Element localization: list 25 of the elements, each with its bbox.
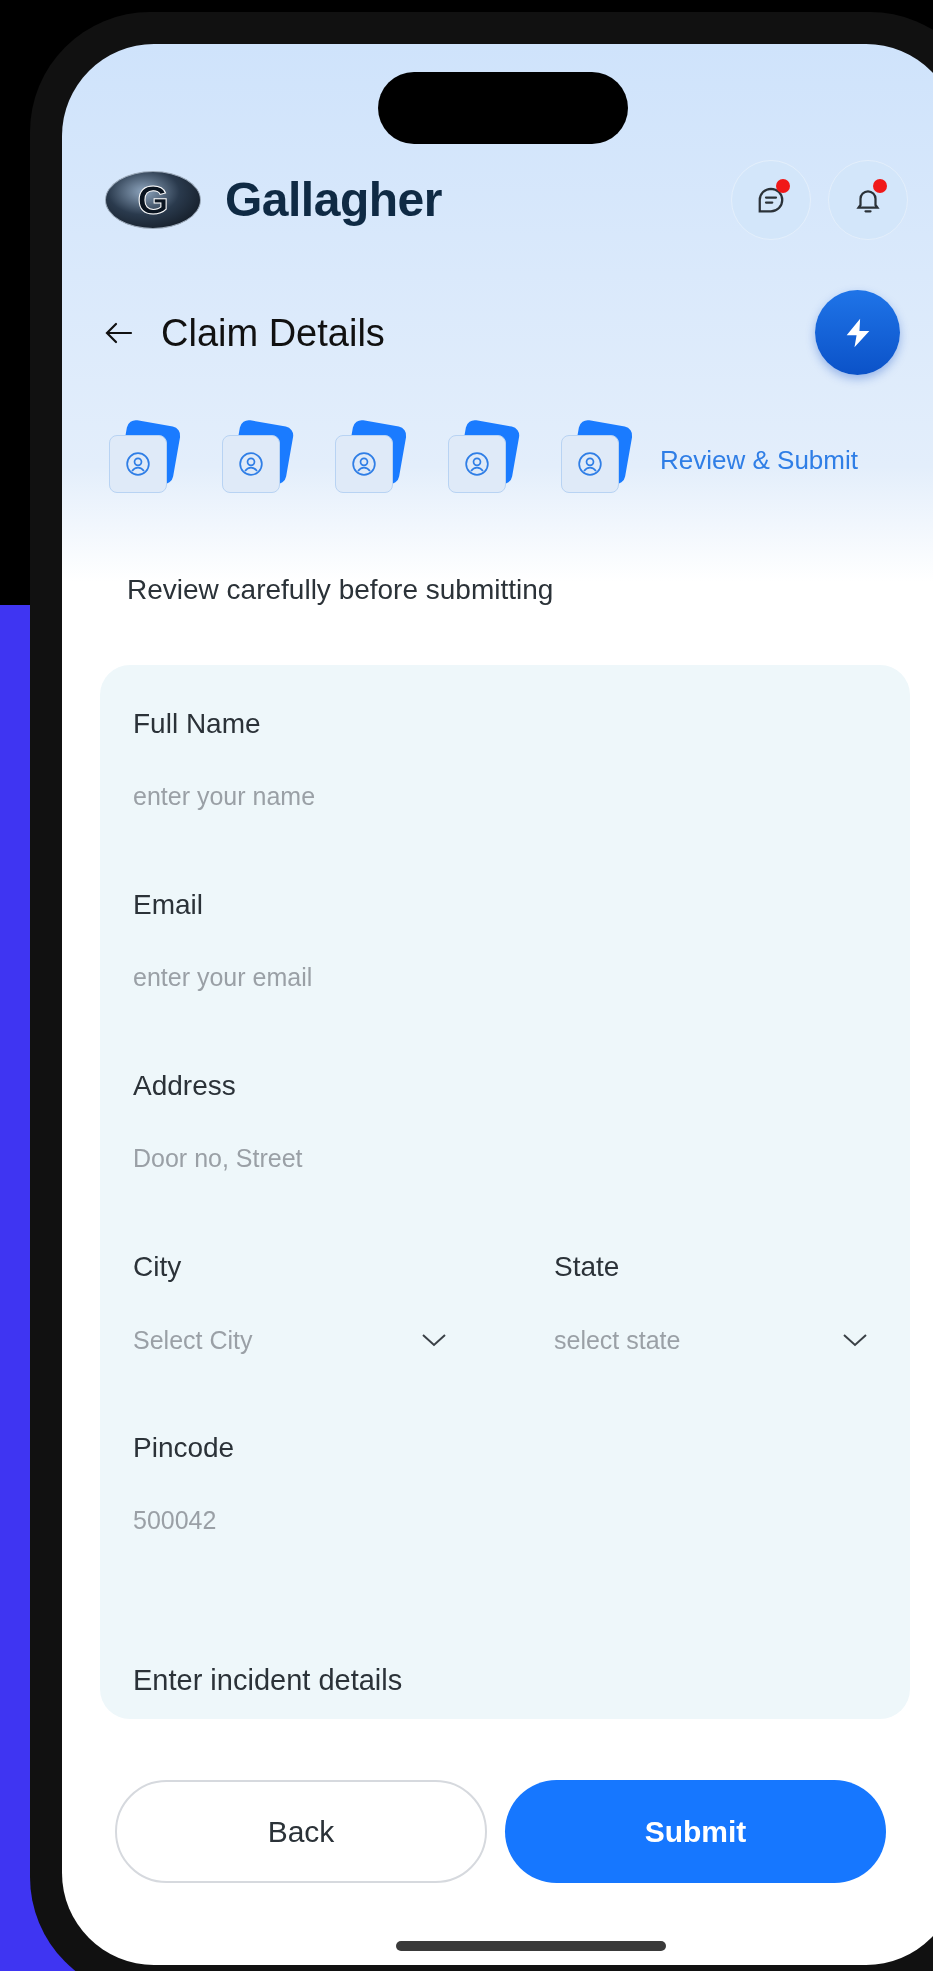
intro-text: Review carefully before submitting <box>126 573 555 607</box>
input-field[interactable]: enter your email <box>133 961 633 995</box>
field-label: Full Name <box>133 707 262 741</box>
back-arrow-icon[interactable] <box>105 321 133 344</box>
brand-name: Gallagher <box>225 173 442 227</box>
field-label: State <box>554 1250 621 1284</box>
input-field[interactable]: Door no, Street <box>133 1142 633 1176</box>
quick-action-button[interactable] <box>815 290 900 375</box>
chat-icon <box>756 185 786 215</box>
section-title: Enter incident details <box>133 1663 404 1697</box>
step-label[interactable]: Review & Submit <box>660 444 858 476</box>
field-label: Pincode <box>133 1431 236 1465</box>
back-button[interactable]: Back <box>115 1780 487 1883</box>
field-label: City <box>133 1250 183 1284</box>
field-label: Address <box>133 1069 237 1103</box>
chevron-down-icon <box>421 1332 447 1348</box>
select-field[interactable]: select state <box>554 1323 870 1357</box>
submit-button[interactable]: Submit <box>505 1780 886 1883</box>
input-field[interactable]: 500042 <box>133 1504 633 1538</box>
logo-icon: G <box>105 171 201 229</box>
chevron-down-icon <box>842 1332 868 1348</box>
field-label: Email <box>133 888 204 922</box>
page-title: Claim Details <box>161 310 385 356</box>
select-field[interactable]: Select City <box>133 1323 449 1357</box>
input-field[interactable]: enter your name <box>133 780 633 814</box>
